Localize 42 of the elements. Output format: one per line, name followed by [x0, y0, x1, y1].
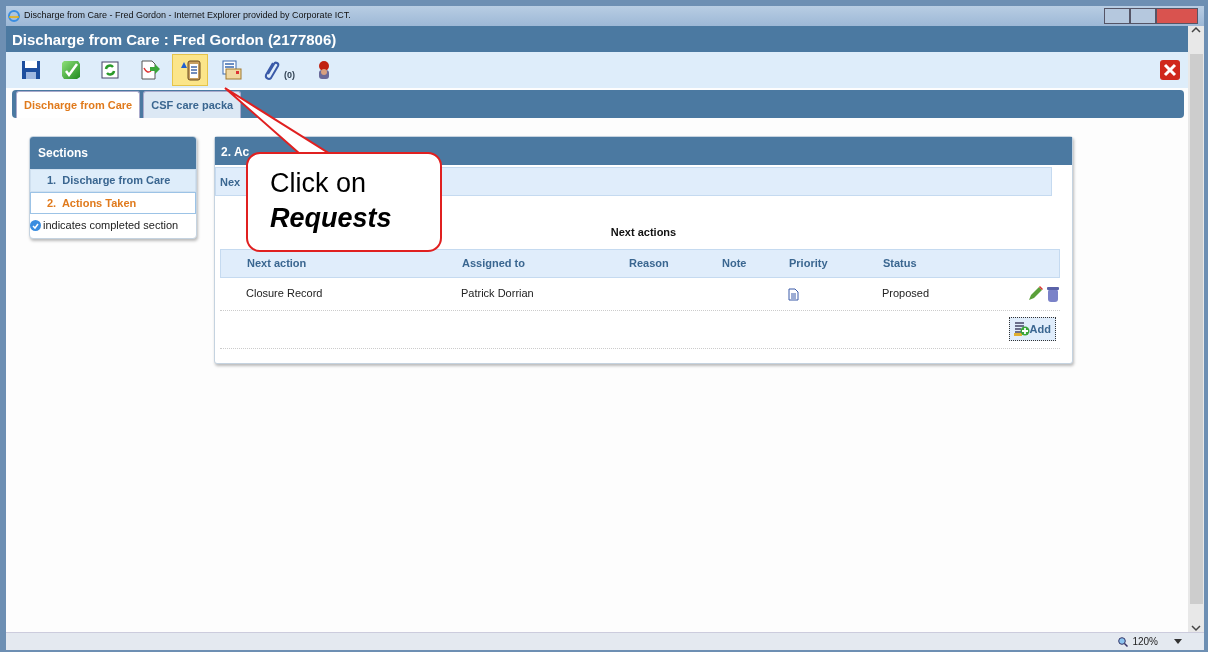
edit-icon[interactable] — [1027, 285, 1044, 302]
document-arrow-icon — [138, 59, 161, 81]
column-header: Note — [722, 255, 748, 271]
minimize-button[interactable] — [1104, 8, 1130, 24]
letter-icon — [219, 59, 242, 81]
document-icon[interactable] — [788, 287, 799, 301]
trash-icon[interactable] — [1046, 285, 1060, 302]
column-header: Priority — [789, 255, 829, 271]
table-cell-text: Patrick Dorrian — [461, 286, 535, 302]
column-header: Reason — [629, 255, 670, 271]
zoom-icon — [1118, 636, 1129, 647]
close-icon[interactable] — [1160, 60, 1180, 80]
legend-text: indicates completed section — [43, 218, 179, 233]
column-header: Assigned to — [462, 255, 526, 271]
table-cell-text: Proposed — [882, 286, 930, 302]
requests-button[interactable] — [172, 54, 208, 86]
add-button[interactable]: Add — [1008, 316, 1056, 342]
save-icon — [20, 59, 42, 81]
window-title: Discharge from Care - Fred Gordon - Internet Explorer provided by Corporate ICT. — [24, 9, 351, 23]
scroll-down-icon[interactable] — [1191, 624, 1201, 632]
paperclip-button[interactable]: (0) — [253, 54, 301, 86]
table-cell-text: Closure Record — [246, 286, 324, 302]
tab[interactable]: CSF care packa — [143, 90, 242, 118]
column-header: Next action — [247, 255, 308, 271]
add-list-icon — [1013, 321, 1030, 338]
maximize-button[interactable] — [1130, 8, 1156, 24]
requests-icon — [178, 59, 202, 81]
approve-icon — [59, 59, 82, 81]
table-title: Next actions — [610, 225, 677, 240]
tab[interactable]: Discharge from Care — [16, 90, 141, 118]
column-header: Status — [883, 255, 918, 271]
form-title: Discharge from Care : Fred Gordon (2177806) — [6, 26, 1188, 52]
attachment-count: (0) — [284, 68, 295, 82]
dropdown-icon[interactable] — [1174, 639, 1182, 644]
browser-icon — [8, 10, 20, 22]
zoom-level[interactable]: 120% — [1132, 634, 1158, 649]
scroll-up-icon[interactable] — [1191, 26, 1201, 34]
section-item[interactable]: 1. Discharge from Care — [30, 169, 196, 192]
sections-title: Sections — [30, 137, 196, 169]
refresh-icon — [99, 59, 121, 81]
section-item[interactable]: 2. Actions Taken — [30, 191, 196, 214]
scroll-thumb[interactable] — [1189, 54, 1203, 604]
